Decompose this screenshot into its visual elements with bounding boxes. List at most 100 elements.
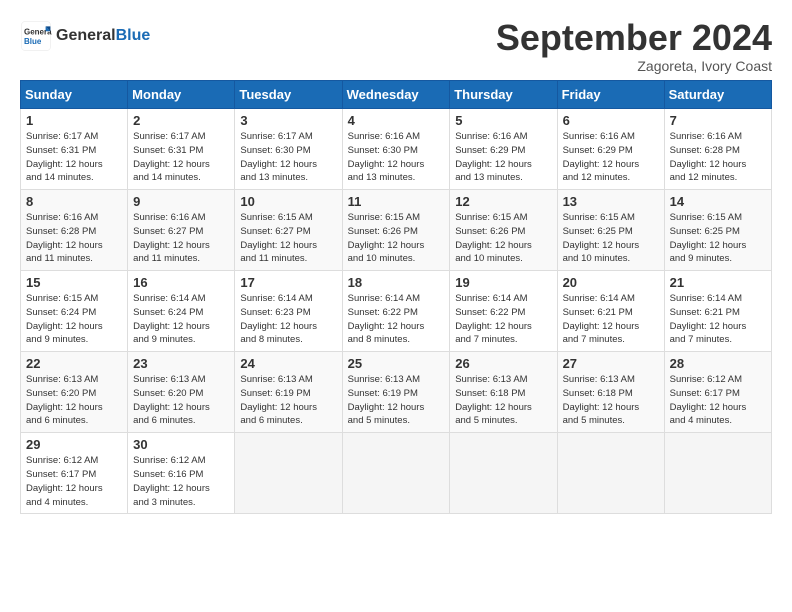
title-block: September 2024 Zagoreta, Ivory Coast — [496, 20, 772, 74]
calendar-day-cell: 6 Sunrise: 6:16 AMSunset: 6:29 PMDaylight… — [557, 109, 664, 190]
calendar-day-cell: 21Sunrise: 6:14 AMSunset: 6:21 PMDayligh… — [664, 271, 771, 352]
calendar-day-cell: 17 Sunrise: 6:14 AMSunset: 6:23 PMDayligh… — [235, 271, 342, 352]
day-info: Sunrise: 6:17 AMSunset: 6:31 PMDaylight:… — [133, 130, 229, 185]
calendar-day-cell: 14 Sunrise: 6:15 AMSunset: 6:25 PMDayligh… — [664, 190, 771, 271]
logo: General Blue GeneralBlue — [20, 20, 150, 52]
day-number: 6 — [563, 113, 659, 128]
day-number: 24 — [240, 356, 336, 371]
calendar-day-cell: 3 Sunrise: 6:17 AMSunset: 6:30 PMDaylight… — [235, 109, 342, 190]
day-number: 21 — [670, 275, 766, 290]
calendar-day-cell: 8 Sunrise: 6:16 AMSunset: 6:28 PMDaylight… — [21, 190, 128, 271]
calendar-day-cell: 18 Sunrise: 6:14 AMSunset: 6:22 PMDayligh… — [342, 271, 450, 352]
day-info: Sunrise: 6:13 AMSunset: 6:20 PMDaylight:… — [133, 373, 229, 428]
logo-wordmark: GeneralBlue — [56, 28, 150, 44]
day-info: Sunrise: 6:15 AMSunset: 6:24 PMDaylight:… — [26, 292, 122, 347]
day-number: 22 — [26, 356, 122, 371]
day-info: Sunrise: 6:15 AMSunset: 6:25 PMDaylight:… — [670, 211, 766, 266]
calendar-week-row: 1 Sunrise: 6:17 AMSunset: 6:31 PMDaylight… — [21, 109, 772, 190]
calendar-day-cell: 9Sunrise: 6:16 AMSunset: 6:27 PMDaylight… — [128, 190, 235, 271]
calendar-week-row: 15Sunrise: 6:15 AMSunset: 6:24 PMDayligh… — [21, 271, 772, 352]
day-info: Sunrise: 6:17 AMSunset: 6:30 PMDaylight:… — [240, 130, 336, 185]
day-number: 1 — [26, 113, 122, 128]
col-header-thursday: Thursday — [450, 81, 557, 109]
day-info: Sunrise: 6:12 AMSunset: 6:17 PMDaylight:… — [670, 373, 766, 428]
day-info: Sunrise: 6:14 AMSunset: 6:22 PMDaylight:… — [455, 292, 551, 347]
day-number: 17 — [240, 275, 336, 290]
calendar-week-row: 29Sunrise: 6:12 AMSunset: 6:17 PMDayligh… — [21, 433, 772, 514]
calendar-day-cell: 27 Sunrise: 6:13 AMSunset: 6:18 PMDayligh… — [557, 352, 664, 433]
day-info: Sunrise: 6:14 AMSunset: 6:22 PMDaylight:… — [348, 292, 445, 347]
day-info: Sunrise: 6:13 AMSunset: 6:18 PMDaylight:… — [563, 373, 659, 428]
day-number: 16 — [133, 275, 229, 290]
calendar-day-cell: 2 Sunrise: 6:17 AMSunset: 6:31 PMDaylight… — [128, 109, 235, 190]
day-number: 28 — [670, 356, 766, 371]
empty-cell — [664, 433, 771, 514]
calendar-header-row: Sunday Monday Tuesday Wednesday Thursday… — [21, 81, 772, 109]
day-info: Sunrise: 6:12 AMSunset: 6:17 PMDaylight:… — [26, 454, 122, 509]
logo-icon: General Blue — [20, 20, 52, 52]
day-info: Sunrise: 6:16 AMSunset: 6:29 PMDaylight:… — [563, 130, 659, 185]
col-header-monday: Monday — [128, 81, 235, 109]
svg-text:Blue: Blue — [24, 37, 42, 46]
day-info: Sunrise: 6:16 AMSunset: 6:28 PMDaylight:… — [670, 130, 766, 185]
day-info: Sunrise: 6:13 AMSunset: 6:20 PMDaylight:… — [26, 373, 122, 428]
empty-cell — [450, 433, 557, 514]
day-number: 3 — [240, 113, 336, 128]
day-number: 20 — [563, 275, 659, 290]
day-info: Sunrise: 6:12 AMSunset: 6:16 PMDaylight:… — [133, 454, 229, 509]
location-subtitle: Zagoreta, Ivory Coast — [496, 58, 772, 74]
calendar-day-cell: 23Sunrise: 6:13 AMSunset: 6:20 PMDayligh… — [128, 352, 235, 433]
calendar-day-cell: 16 Sunrise: 6:14 AMSunset: 6:24 PMDayligh… — [128, 271, 235, 352]
calendar-day-cell: 20 Sunrise: 6:14 AMSunset: 6:21 PMDayligh… — [557, 271, 664, 352]
day-info: Sunrise: 6:16 AMSunset: 6:28 PMDaylight:… — [26, 211, 122, 266]
calendar-week-row: 22 Sunrise: 6:13 AMSunset: 6:20 PMDayligh… — [21, 352, 772, 433]
day-number: 30 — [133, 437, 229, 452]
day-number: 26 — [455, 356, 551, 371]
day-info: Sunrise: 6:15 AMSunset: 6:26 PMDaylight:… — [348, 211, 445, 266]
day-number: 14 — [670, 194, 766, 209]
day-info: Sunrise: 6:15 AMSunset: 6:27 PMDaylight:… — [240, 211, 336, 266]
col-header-saturday: Saturday — [664, 81, 771, 109]
calendar-day-cell: 30 Sunrise: 6:12 AMSunset: 6:16 PMDayligh… — [128, 433, 235, 514]
page-header: General Blue GeneralBlue September 2024 … — [20, 20, 772, 74]
empty-cell — [235, 433, 342, 514]
day-number: 2 — [133, 113, 229, 128]
day-number: 4 — [348, 113, 445, 128]
day-number: 18 — [348, 275, 445, 290]
col-header-wednesday: Wednesday — [342, 81, 450, 109]
calendar-day-cell: 12 Sunrise: 6:15 AMSunset: 6:26 PMDayligh… — [450, 190, 557, 271]
day-number: 27 — [563, 356, 659, 371]
day-info: Sunrise: 6:14 AMSunset: 6:24 PMDaylight:… — [133, 292, 229, 347]
calendar-day-cell: 1 Sunrise: 6:17 AMSunset: 6:31 PMDaylight… — [21, 109, 128, 190]
day-info: Sunrise: 6:13 AMSunset: 6:19 PMDaylight:… — [348, 373, 445, 428]
calendar-day-cell: 19 Sunrise: 6:14 AMSunset: 6:22 PMDayligh… — [450, 271, 557, 352]
calendar-day-cell: 24 Sunrise: 6:13 AMSunset: 6:19 PMDayligh… — [235, 352, 342, 433]
calendar-day-cell: 4Sunrise: 6:16 AMSunset: 6:30 PMDaylight… — [342, 109, 450, 190]
calendar-day-cell: 26Sunrise: 6:13 AMSunset: 6:18 PMDayligh… — [450, 352, 557, 433]
day-number: 12 — [455, 194, 551, 209]
calendar-day-cell: 13Sunrise: 6:15 AMSunset: 6:25 PMDayligh… — [557, 190, 664, 271]
day-number: 19 — [455, 275, 551, 290]
day-info: Sunrise: 6:15 AMSunset: 6:26 PMDaylight:… — [455, 211, 551, 266]
calendar-day-cell: 28 Sunrise: 6:12 AMSunset: 6:17 PMDayligh… — [664, 352, 771, 433]
col-header-friday: Friday — [557, 81, 664, 109]
calendar-table: Sunday Monday Tuesday Wednesday Thursday… — [20, 80, 772, 514]
day-info: Sunrise: 6:14 AMSunset: 6:21 PMDaylight:… — [563, 292, 659, 347]
calendar-day-cell: 5Sunrise: 6:16 AMSunset: 6:29 PMDaylight… — [450, 109, 557, 190]
calendar-day-cell: 7 Sunrise: 6:16 AMSunset: 6:28 PMDaylight… — [664, 109, 771, 190]
col-header-tuesday: Tuesday — [235, 81, 342, 109]
day-info: Sunrise: 6:14 AMSunset: 6:23 PMDaylight:… — [240, 292, 336, 347]
calendar-day-cell: 11Sunrise: 6:15 AMSunset: 6:26 PMDayligh… — [342, 190, 450, 271]
day-number: 10 — [240, 194, 336, 209]
calendar-day-cell: 10 Sunrise: 6:15 AMSunset: 6:27 PMDayligh… — [235, 190, 342, 271]
calendar-day-cell: 22 Sunrise: 6:13 AMSunset: 6:20 PMDayligh… — [21, 352, 128, 433]
logo-general: General — [56, 27, 116, 44]
empty-cell — [557, 433, 664, 514]
day-info: Sunrise: 6:13 AMSunset: 6:19 PMDaylight:… — [240, 373, 336, 428]
calendar-day-cell: 25Sunrise: 6:13 AMSunset: 6:19 PMDayligh… — [342, 352, 450, 433]
day-info: Sunrise: 6:17 AMSunset: 6:31 PMDaylight:… — [26, 130, 122, 185]
day-number: 8 — [26, 194, 122, 209]
day-number: 7 — [670, 113, 766, 128]
calendar-day-cell: 29Sunrise: 6:12 AMSunset: 6:17 PMDayligh… — [21, 433, 128, 514]
day-number: 5 — [455, 113, 551, 128]
